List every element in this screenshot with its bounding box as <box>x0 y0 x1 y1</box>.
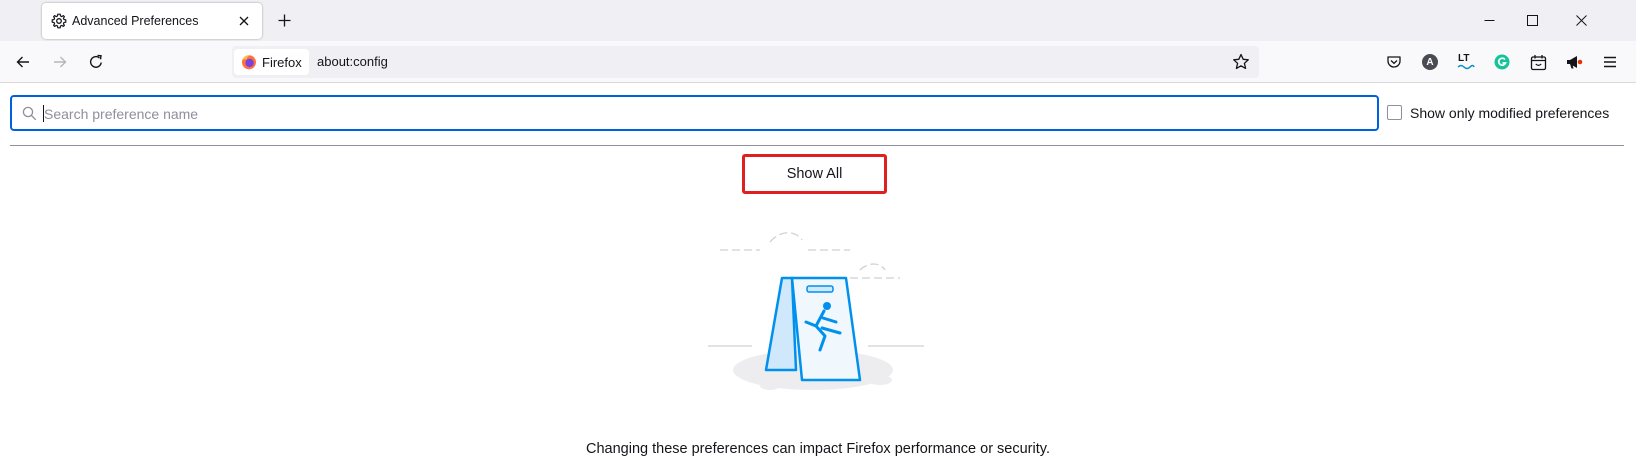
maximize-button[interactable] <box>1522 10 1542 30</box>
close-window-button[interactable] <box>1571 10 1591 30</box>
show-all-button[interactable]: Show All <box>742 154 887 194</box>
identity-label: Firefox <box>262 54 302 70</box>
show-modified-checkbox[interactable] <box>1387 105 1402 120</box>
reload-icon <box>90 54 102 68</box>
back-button[interactable] <box>11 50 35 74</box>
warning-sign-illustration <box>708 232 924 390</box>
account-letter: A <box>1422 54 1438 70</box>
megaphone-icon[interactable] <box>1564 52 1584 72</box>
divider <box>10 145 1624 146</box>
pocket-icon[interactable] <box>1384 52 1404 72</box>
gear-icon <box>51 13 67 29</box>
url-bar[interactable]: Firefox about:config <box>232 46 1259 78</box>
close-tab-button[interactable] <box>234 11 254 31</box>
text-caret <box>43 105 44 122</box>
plus-icon <box>278 14 290 26</box>
forward-button[interactable] <box>48 50 72 74</box>
search-input[interactable] <box>42 101 1366 127</box>
navigation-toolbar: Firefox about:config A LT <box>0 41 1636 83</box>
minimize-button[interactable] <box>1479 10 1499 30</box>
tab-advanced-preferences[interactable]: Advanced Preferences <box>42 3 262 39</box>
maximize-icon <box>1526 14 1538 26</box>
close-icon <box>239 16 249 26</box>
minimize-icon <box>1484 19 1494 21</box>
warning-text: Changing these preferences can impact Fi… <box>586 441 1050 457</box>
grammarly-icon[interactable] <box>1492 52 1512 72</box>
show-modified-label[interactable]: Show only modified preferences <box>1410 105 1609 121</box>
search-icon <box>22 106 37 121</box>
search-preference-field[interactable] <box>10 95 1379 131</box>
firefox-logo-icon <box>242 55 256 70</box>
tab-title: Advanced Preferences <box>72 14 199 28</box>
arrow-right-icon <box>54 56 67 68</box>
calendar-extension-icon[interactable] <box>1528 52 1548 72</box>
arrow-left-icon <box>16 56 29 68</box>
close-icon <box>1575 14 1587 26</box>
bookmark-star-icon[interactable] <box>1232 53 1250 71</box>
url-text[interactable]: about:config <box>317 54 388 69</box>
account-a-icon[interactable]: A <box>1420 52 1440 72</box>
reload-button[interactable] <box>84 50 108 74</box>
languagetool-icon[interactable]: LT <box>1456 52 1476 72</box>
identity-box[interactable]: Firefox <box>234 49 309 75</box>
menu-icon[interactable] <box>1600 52 1620 72</box>
new-tab-button[interactable] <box>274 10 294 30</box>
languagetool-letters: LT <box>1458 53 1470 64</box>
tab-strip: Advanced Preferences <box>0 0 1636 41</box>
